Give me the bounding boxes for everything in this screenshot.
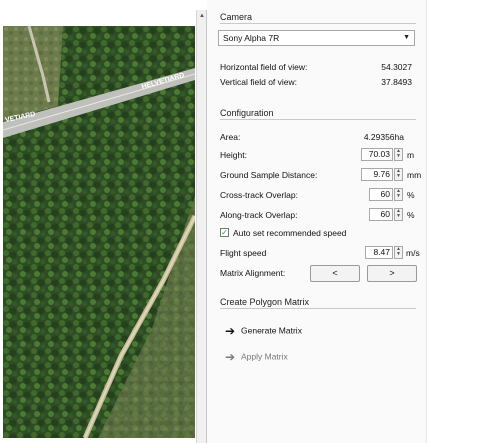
camera-section-title: Camera	[220, 12, 253, 22]
auto-speed-label: Auto set recommended speed	[233, 228, 347, 238]
apply-matrix-button[interactable]: ➔ Apply Matrix	[225, 350, 288, 364]
gsd-label: Ground Sample Distance:	[220, 170, 318, 180]
arrow-right-icon: ➔	[225, 324, 236, 338]
along-track-spinbox[interactable]: 60 ▲ ▼	[369, 208, 403, 221]
camera-select-value: Sony Alpha 7R	[223, 33, 280, 43]
area-value: 4.29356ha	[363, 132, 404, 142]
panel-scrollbar[interactable]: ▲	[196, 10, 207, 443]
gsd-input[interactable]: 9.76	[361, 168, 393, 181]
generate-matrix-label: Generate Matrix	[241, 325, 302, 336]
flight-speed-stepper[interactable]: ▲ ▼	[394, 246, 403, 259]
gsd-unit: mm	[407, 170, 422, 180]
aerial-map[interactable]: VETIARD HELVETIARD	[3, 26, 195, 438]
matrix-alignment-prev-button[interactable]: <	[310, 265, 360, 282]
area-label: Area:	[220, 132, 241, 142]
cross-track-unit: %	[407, 190, 415, 200]
generate-matrix-button[interactable]: ➔ Generate Matrix	[225, 324, 302, 338]
gsd-stepper[interactable]: ▲ ▼	[394, 168, 403, 181]
cross-track-label: Cross-track Overlap:	[220, 190, 298, 200]
vfov-value: 37.8493	[381, 77, 412, 87]
camera-select[interactable]: Sony Alpha 7R ▼	[218, 30, 415, 46]
cross-track-spinbox[interactable]: 60 ▲ ▼	[369, 188, 403, 201]
flight-speed-input[interactable]: 8.47	[365, 246, 393, 259]
create-section-divider	[220, 308, 416, 309]
settings-panel: Camera Sony Alpha 7R ▼ Horizontal field …	[207, 0, 427, 443]
hfov-value: 54.3027	[381, 62, 412, 72]
configuration-section-divider	[220, 119, 416, 120]
matrix-alignment-label: Matrix Alignment:	[220, 268, 286, 278]
camera-section-divider	[220, 23, 416, 24]
cross-track-input[interactable]: 60	[369, 188, 393, 201]
arrow-right-icon: ➔	[225, 350, 236, 364]
along-track-stepper[interactable]: ▲ ▼	[394, 208, 403, 221]
cross-track-stepper[interactable]: ▲ ▼	[394, 188, 403, 201]
map-top-strip	[0, 0, 200, 26]
apply-matrix-label: Apply Matrix	[241, 351, 288, 362]
height-label: Height:	[220, 150, 247, 160]
create-section-title: Create Polygon Matrix	[220, 297, 310, 307]
vfov-label: Vertical field of view:	[220, 77, 298, 87]
matrix-alignment-next-button[interactable]: >	[367, 265, 417, 282]
along-track-input[interactable]: 60	[369, 208, 393, 221]
height-unit: m	[407, 150, 415, 160]
flight-speed-unit: m/s	[406, 248, 420, 258]
along-track-unit: %	[407, 210, 415, 220]
flight-speed-label: Flight speed	[220, 248, 267, 258]
configuration-section-title: Configuration	[220, 108, 274, 118]
aerial-map-image	[3, 26, 195, 438]
height-spinbox[interactable]: 70.03 ▲ ▼	[361, 148, 403, 161]
height-input[interactable]: 70.03	[361, 148, 393, 161]
auto-speed-checkbox[interactable]: ✓	[220, 228, 229, 237]
along-track-label: Along-track Overlap:	[220, 210, 298, 220]
height-stepper[interactable]: ▲ ▼	[394, 148, 403, 161]
flight-speed-spinbox[interactable]: 8.47 ▲ ▼	[365, 246, 403, 259]
gsd-spinbox[interactable]: 9.76 ▲ ▼	[361, 168, 403, 181]
hfov-label: Horizontal field of view:	[220, 62, 308, 72]
scroll-up-arrow-icon[interactable]: ▲	[197, 10, 207, 22]
chevron-down-icon[interactable]: ▼	[403, 31, 410, 45]
